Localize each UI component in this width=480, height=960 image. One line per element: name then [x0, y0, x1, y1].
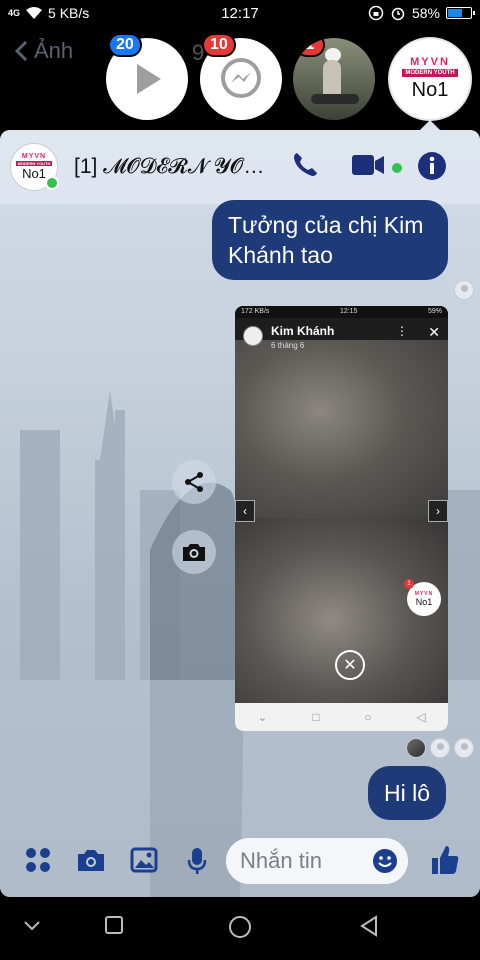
unread-badge: 10 [202, 33, 236, 57]
battery-fill [448, 9, 462, 17]
camera-icon[interactable] [76, 846, 106, 874]
phone-icon[interactable] [290, 150, 320, 180]
group-logo-mid: MODERN YOUTH [402, 69, 458, 77]
gallery-icon[interactable] [130, 846, 158, 874]
unread-badge: 20 [108, 33, 142, 57]
chat-head-photo[interactable]: 1 [293, 38, 375, 120]
screen: 4G 5 KB/s 12:17 58% Ảnh 9:15 20 10 [0, 0, 480, 960]
image-status-left: 172 KB/s [241, 308, 270, 315]
image-story-avatar [243, 326, 263, 346]
battery-icon [446, 7, 475, 19]
emoji-icon[interactable] [372, 848, 398, 874]
image-story-date: 6 tháng 6 [271, 341, 305, 350]
active-head-pointer [420, 120, 440, 130]
apps-icon[interactable] [24, 846, 52, 874]
seen-avatar [430, 738, 450, 758]
image-nav-bar: ⌄ □ ○ ◁ [235, 703, 448, 731]
outgoing-message[interactable]: Tưởng của chị Kim Khánh tao [212, 200, 448, 280]
image-status-right: 59% [427, 308, 442, 315]
info-icon[interactable] [416, 150, 448, 182]
chevron-left-icon: ‹ [235, 500, 255, 522]
chat-head-video[interactable]: 20 [106, 33, 188, 120]
message-composer [0, 830, 480, 897]
more-icon: ⋮ [396, 324, 408, 338]
outgoing-message[interactable]: Hi lô [367, 766, 446, 820]
seen-avatar [406, 738, 426, 758]
circle-icon: ○ [364, 710, 372, 724]
close-circle-icon: ✕ [335, 650, 365, 680]
image-photo-top [235, 340, 448, 518]
shared-image[interactable]: 172 KB/s 12:15 59% Kim Khánh 6 tháng 6 ⋮… [235, 306, 448, 731]
system-nav-bar [0, 897, 480, 960]
online-indicator [45, 176, 59, 190]
status-time: 12:17 [221, 4, 259, 22]
image-status-time: 12:15 [339, 308, 358, 315]
back-label: Ảnh [34, 38, 74, 63]
chevron-right-icon: › [428, 500, 448, 522]
video-call-icon[interactable] [350, 150, 386, 180]
camera-button[interactable] [172, 530, 216, 574]
image-chat-head: 1 MYVN No1 [404, 579, 441, 616]
status-bar: 4G 5 KB/s 12:17 58% [0, 0, 480, 26]
video-online-indicator [392, 163, 402, 173]
image-story-name: Kim Khánh [271, 324, 335, 338]
chat-heads-bar: Ảnh 9:15 20 10 1 MYVN MODERN YOUTH No1 [0, 26, 480, 130]
chat-panel: MYVN MODERN YOUTH No1 [1] 𝓜𝓞𝓓𝓔𝓡𝓝 𝓨𝓞𝓤𝓣𝓗 𝓥… [0, 130, 480, 897]
chevron-down-icon[interactable] [22, 915, 42, 935]
share-button[interactable] [172, 460, 216, 504]
avatar-logo-bottom: No1 [22, 166, 46, 181]
chat-head-messenger[interactable]: 10 [200, 33, 282, 120]
group-logo-bottom: No1 [411, 79, 449, 101]
chat-header: MYVN MODERN YOUTH No1 [1] 𝓜𝓞𝓓𝓔𝓡𝓝 𝓨𝓞𝓤𝓣𝓗 𝓥… [0, 130, 480, 204]
triangle-back-icon: ◁ [416, 710, 426, 724]
chevron-down-icon: ⌄ [257, 710, 268, 724]
recents-icon[interactable] [104, 915, 124, 935]
camera-icon [183, 544, 205, 561]
message-input[interactable] [240, 848, 360, 874]
image-story-header: Kim Khánh 6 tháng 6 ⋮ ✕ [235, 318, 448, 360]
back-triangle-icon[interactable] [358, 915, 380, 937]
group-avatar[interactable]: MYVN MODERN YOUTH No1 [10, 143, 59, 191]
chat-title[interactable]: [1] 𝓜𝓞𝓓𝓔𝓡𝓝 𝓨𝓞𝓤𝓣𝓗 𝓥𝓘𝓔𝓣 𝓝𝓐𝓜 [74, 155, 274, 179]
avatar-logo-top: MYVN [21, 153, 47, 160]
home-icon[interactable] [228, 915, 252, 939]
image-status-bar: 172 KB/s 12:15 59% [235, 306, 448, 318]
image-logo-bottom: No1 [415, 597, 433, 607]
chevron-left-icon [14, 40, 28, 62]
seen-avatar [454, 738, 474, 758]
share-icon [185, 472, 203, 492]
back-button[interactable]: Ảnh [14, 38, 73, 64]
chat-head-group[interactable]: MYVN MODERN YOUTH No1 [388, 37, 472, 121]
messenger-icon [221, 58, 261, 98]
square-icon: □ [312, 710, 320, 724]
message-input-wrapper[interactable] [226, 838, 408, 884]
group-logo-top: MYVN [410, 56, 450, 68]
image-badge-count: 1 [404, 579, 414, 589]
microphone-icon[interactable] [186, 846, 208, 876]
seen-avatar [454, 280, 474, 300]
motorbike-shape [311, 94, 359, 104]
close-icon: ✕ [428, 324, 440, 340]
play-icon [137, 64, 161, 94]
thumbs-up-icon[interactable] [430, 844, 460, 876]
unread-badge: 1 [295, 38, 325, 57]
